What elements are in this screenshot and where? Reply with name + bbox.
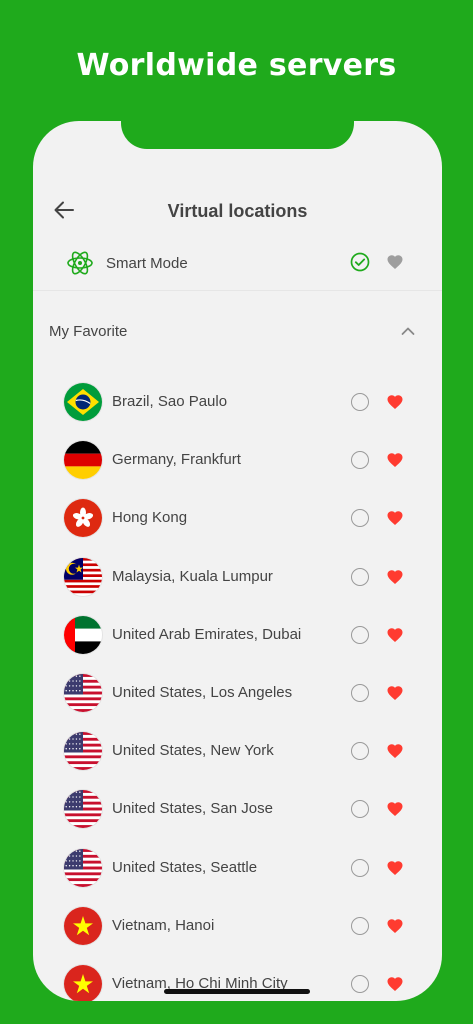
phone-notch	[121, 121, 354, 149]
home-indicator	[164, 989, 310, 994]
radio-button[interactable]	[351, 858, 369, 877]
chevron-up-icon[interactable]	[400, 323, 416, 339]
smart-mode-label: Smart Mode	[106, 255, 188, 272]
heart-icon[interactable]	[386, 975, 404, 993]
radio-button[interactable]	[351, 567, 369, 586]
nav-bar: Virtual locations	[33, 191, 442, 231]
heart-icon[interactable]	[386, 509, 404, 527]
radio-button[interactable]	[351, 393, 369, 411]
radio-button[interactable]	[351, 916, 369, 935]
page-title: Virtual locations	[167, 201, 308, 221]
radio-button[interactable]	[351, 800, 369, 819]
location-row[interactable]: Vietnam, Ho Chi Minh City	[33, 955, 442, 1001]
radio-button[interactable]	[351, 625, 369, 644]
headline: Worldwide servers	[76, 48, 397, 83]
radio-button[interactable]	[351, 742, 369, 761]
usa-flag-icon	[64, 673, 102, 712]
location-row[interactable]: United Arab Emirates, Dubai	[33, 606, 442, 664]
location-name: United States, Los Angeles	[112, 683, 293, 701]
location-name: United Arab Emirates, Dubai	[112, 625, 302, 643]
malaysia-flag-icon	[64, 557, 102, 596]
section-title: My Favorite	[49, 323, 128, 340]
heart-icon[interactable]	[386, 568, 404, 586]
location-name: United States, San Jose	[112, 800, 273, 818]
location-row[interactable]: Brazil, Sao Paulo	[33, 373, 442, 431]
radio-button[interactable]	[351, 451, 369, 470]
heart-icon[interactable]	[386, 742, 404, 760]
location-row[interactable]: United States, Los Angeles	[33, 664, 442, 722]
phone-screen: Virtual locations Smart Mode My Favorite…	[33, 121, 442, 1001]
vietnam-flag-icon	[64, 964, 102, 1001]
location-row[interactable]: Germany, Frankfurt	[33, 431, 442, 489]
vietnam-flag-icon	[64, 906, 102, 945]
brazil-flag-icon	[64, 383, 102, 421]
check-circle-icon[interactable]	[350, 252, 370, 272]
heart-icon[interactable]	[386, 626, 404, 644]
location-name: Malaysia, Kuala Lumpur	[112, 567, 273, 585]
uae-flag-icon	[64, 615, 102, 654]
location-name: Brazil, Sao Paulo	[112, 393, 228, 410]
location-row[interactable]: Malaysia, Kuala Lumpur	[33, 548, 442, 606]
location-row[interactable]: Vietnam, Hanoi	[33, 897, 442, 955]
favorites-section-header[interactable]: My Favorite	[33, 313, 442, 349]
usa-flag-icon	[64, 790, 102, 829]
hongkong-flag-icon	[64, 499, 102, 538]
location-name: Hong Kong	[112, 509, 188, 527]
heart-icon[interactable]	[386, 451, 404, 469]
radio-button[interactable]	[351, 509, 369, 528]
location-name: United States, New York	[112, 742, 274, 760]
heart-icon[interactable]	[386, 684, 404, 702]
location-name: United States, Seattle	[112, 858, 258, 876]
smart-mode-row[interactable]: Smart Mode	[33, 239, 442, 291]
location-row[interactable]: United States, Seattle	[33, 839, 442, 897]
location-name: Vietnam, Hanoi	[112, 916, 215, 934]
heart-icon[interactable]	[386, 917, 404, 935]
location-list: Brazil, Sao Paulo Germany, Frankfurt Hong …	[33, 373, 442, 1001]
location-name: Germany, Frankfurt	[112, 451, 241, 469]
location-row[interactable]: Hong Kong	[33, 489, 442, 547]
radio-button[interactable]	[351, 974, 369, 993]
radio-button[interactable]	[351, 683, 369, 702]
location-row[interactable]: United States, New York	[33, 722, 442, 780]
heart-icon[interactable]	[386, 859, 404, 877]
germany-flag-icon	[64, 441, 102, 480]
location-row[interactable]: United States, San Jose	[33, 780, 442, 838]
heart-icon[interactable]	[386, 253, 404, 271]
usa-flag-icon	[64, 732, 102, 771]
heart-icon[interactable]	[386, 800, 404, 818]
atom-icon	[67, 251, 93, 275]
usa-flag-icon	[64, 848, 102, 887]
heart-icon[interactable]	[386, 393, 404, 411]
